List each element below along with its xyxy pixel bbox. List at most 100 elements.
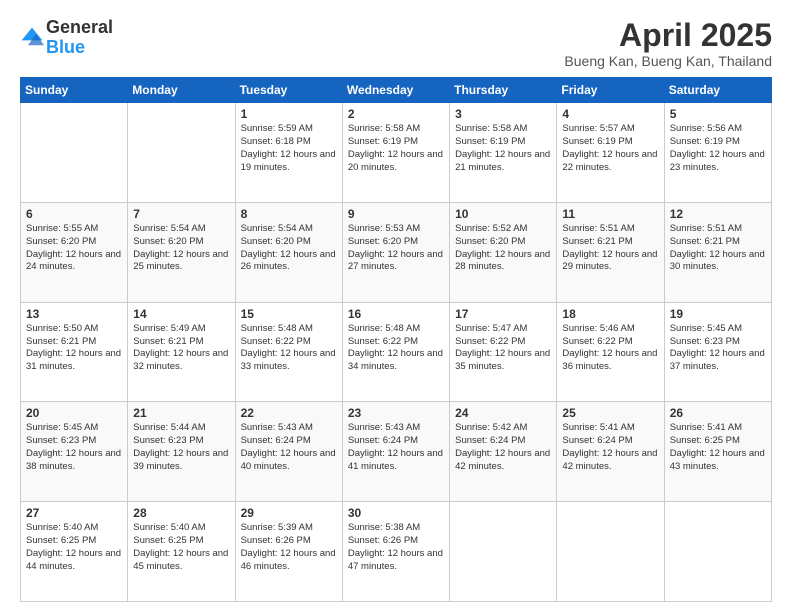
day-info: Sunrise: 5:52 AM Sunset: 6:20 PM Dayligh… bbox=[455, 223, 551, 274]
day-number: 26 bbox=[670, 406, 766, 420]
day-number: 2 bbox=[348, 107, 444, 121]
calendar-cell: 29 Sunrise: 5:39 AM Sunset: 6:26 PM Dayli… bbox=[235, 502, 342, 602]
calendar-cell: 16Sunrise: 5:48 AM Sunset: 6:22 PM Dayli… bbox=[342, 302, 449, 402]
calendar-week-row: 6 Sunrise: 5:55 AM Sunset: 6:20 PM Daylig… bbox=[21, 202, 772, 302]
calendar-cell bbox=[128, 103, 235, 203]
day-number: 1 bbox=[241, 107, 337, 121]
day-info: Sunrise: 5:49 AM Sunset: 6:21 PM Dayligh… bbox=[133, 323, 229, 374]
calendar-day-header: Tuesday bbox=[235, 78, 342, 103]
day-number: 29 bbox=[241, 506, 337, 520]
calendar-day-header: Thursday bbox=[450, 78, 557, 103]
logo-general: General bbox=[46, 18, 113, 38]
day-info: Sunrise: 5:58 AM Sunset: 6:19 PM Dayligh… bbox=[455, 123, 551, 174]
month-title: April 2025 bbox=[564, 18, 772, 53]
calendar-cell: 24Sunrise: 5:42 AM Sunset: 6:24 PM Dayli… bbox=[450, 402, 557, 502]
calendar-cell: 19 Sunrise: 5:45 AM Sunset: 6:23 PM Dayli… bbox=[664, 302, 771, 402]
calendar-day-header: Monday bbox=[128, 78, 235, 103]
day-number: 15 bbox=[241, 307, 337, 321]
day-info: Sunrise: 5:56 AM Sunset: 6:19 PM Dayligh… bbox=[670, 123, 766, 174]
day-info: Sunrise: 5:51 AM Sunset: 6:21 PM Dayligh… bbox=[562, 223, 658, 274]
location: Bueng Kan, Bueng Kan, Thailand bbox=[564, 53, 772, 69]
logo-blue: Blue bbox=[46, 38, 113, 58]
calendar-cell: 21 Sunrise: 5:44 AM Sunset: 6:23 PM Dayli… bbox=[128, 402, 235, 502]
logo: General Blue bbox=[20, 18, 113, 58]
day-info: Sunrise: 5:39 AM Sunset: 6:26 PM Dayligh… bbox=[241, 522, 337, 573]
day-info: Sunrise: 5:40 AM Sunset: 6:25 PM Dayligh… bbox=[26, 522, 122, 573]
calendar-cell: 10 Sunrise: 5:52 AM Sunset: 6:20 PM Dayli… bbox=[450, 202, 557, 302]
page: General Blue April 2025 Bueng Kan, Bueng… bbox=[0, 0, 792, 612]
day-info: Sunrise: 5:41 AM Sunset: 6:24 PM Dayligh… bbox=[562, 422, 658, 473]
calendar-day-header: Wednesday bbox=[342, 78, 449, 103]
calendar-day-header: Saturday bbox=[664, 78, 771, 103]
day-info: Sunrise: 5:43 AM Sunset: 6:24 PM Dayligh… bbox=[241, 422, 337, 473]
calendar-cell: 7 Sunrise: 5:54 AM Sunset: 6:20 PM Daylig… bbox=[128, 202, 235, 302]
calendar-cell: 20 Sunrise: 5:45 AM Sunset: 6:23 PM Dayli… bbox=[21, 402, 128, 502]
calendar-cell: 17Sunrise: 5:47 AM Sunset: 6:22 PM Dayli… bbox=[450, 302, 557, 402]
day-info: Sunrise: 5:45 AM Sunset: 6:23 PM Dayligh… bbox=[670, 323, 766, 374]
calendar-cell: 6 Sunrise: 5:55 AM Sunset: 6:20 PM Daylig… bbox=[21, 202, 128, 302]
day-number: 7 bbox=[133, 207, 229, 221]
day-number: 27 bbox=[26, 506, 122, 520]
calendar-cell: 11 Sunrise: 5:51 AM Sunset: 6:21 PM Dayli… bbox=[557, 202, 664, 302]
day-number: 21 bbox=[133, 406, 229, 420]
calendar-cell: 28Sunrise: 5:40 AM Sunset: 6:25 PM Dayli… bbox=[128, 502, 235, 602]
day-info: Sunrise: 5:57 AM Sunset: 6:19 PM Dayligh… bbox=[562, 123, 658, 174]
day-info: Sunrise: 5:41 AM Sunset: 6:25 PM Dayligh… bbox=[670, 422, 766, 473]
day-info: Sunrise: 5:48 AM Sunset: 6:22 PM Dayligh… bbox=[348, 323, 444, 374]
day-number: 17 bbox=[455, 307, 551, 321]
calendar-cell bbox=[21, 103, 128, 203]
calendar-cell: 27 Sunrise: 5:40 AM Sunset: 6:25 PM Dayli… bbox=[21, 502, 128, 602]
calendar-cell: 22Sunrise: 5:43 AM Sunset: 6:24 PM Dayli… bbox=[235, 402, 342, 502]
calendar-cell: 14 Sunrise: 5:49 AM Sunset: 6:21 PM Dayli… bbox=[128, 302, 235, 402]
day-info: Sunrise: 5:43 AM Sunset: 6:24 PM Dayligh… bbox=[348, 422, 444, 473]
day-info: Sunrise: 5:54 AM Sunset: 6:20 PM Dayligh… bbox=[241, 223, 337, 274]
day-info: Sunrise: 5:58 AM Sunset: 6:19 PM Dayligh… bbox=[348, 123, 444, 174]
logo-icon bbox=[20, 26, 44, 50]
day-number: 5 bbox=[670, 107, 766, 121]
calendar-cell: 26 Sunrise: 5:41 AM Sunset: 6:25 PM Dayli… bbox=[664, 402, 771, 502]
day-info: Sunrise: 5:38 AM Sunset: 6:26 PM Dayligh… bbox=[348, 522, 444, 573]
calendar-cell: 23 Sunrise: 5:43 AM Sunset: 6:24 PM Dayli… bbox=[342, 402, 449, 502]
day-number: 9 bbox=[348, 207, 444, 221]
day-number: 8 bbox=[241, 207, 337, 221]
day-number: 3 bbox=[455, 107, 551, 121]
day-info: Sunrise: 5:55 AM Sunset: 6:20 PM Dayligh… bbox=[26, 223, 122, 274]
day-number: 14 bbox=[133, 307, 229, 321]
logo-text: General Blue bbox=[46, 18, 113, 58]
calendar-cell: 12 Sunrise: 5:51 AM Sunset: 6:21 PM Dayli… bbox=[664, 202, 771, 302]
calendar-cell: 5 Sunrise: 5:56 AM Sunset: 6:19 PM Daylig… bbox=[664, 103, 771, 203]
calendar-cell: 25Sunrise: 5:41 AM Sunset: 6:24 PM Dayli… bbox=[557, 402, 664, 502]
day-info: Sunrise: 5:53 AM Sunset: 6:20 PM Dayligh… bbox=[348, 223, 444, 274]
calendar-week-row: 1Sunrise: 5:59 AM Sunset: 6:18 PM Daylig… bbox=[21, 103, 772, 203]
day-number: 30 bbox=[348, 506, 444, 520]
day-info: Sunrise: 5:44 AM Sunset: 6:23 PM Dayligh… bbox=[133, 422, 229, 473]
calendar-day-header: Friday bbox=[557, 78, 664, 103]
header: General Blue April 2025 Bueng Kan, Bueng… bbox=[20, 18, 772, 69]
day-number: 4 bbox=[562, 107, 658, 121]
calendar-cell: 18Sunrise: 5:46 AM Sunset: 6:22 PM Dayli… bbox=[557, 302, 664, 402]
day-number: 23 bbox=[348, 406, 444, 420]
calendar-cell: 9 Sunrise: 5:53 AM Sunset: 6:20 PM Daylig… bbox=[342, 202, 449, 302]
day-number: 19 bbox=[670, 307, 766, 321]
day-number: 20 bbox=[26, 406, 122, 420]
calendar-cell bbox=[664, 502, 771, 602]
calendar-cell: 8 Sunrise: 5:54 AM Sunset: 6:20 PM Daylig… bbox=[235, 202, 342, 302]
day-info: Sunrise: 5:50 AM Sunset: 6:21 PM Dayligh… bbox=[26, 323, 122, 374]
day-number: 11 bbox=[562, 207, 658, 221]
day-number: 18 bbox=[562, 307, 658, 321]
day-info: Sunrise: 5:42 AM Sunset: 6:24 PM Dayligh… bbox=[455, 422, 551, 473]
calendar-cell: 2 Sunrise: 5:58 AM Sunset: 6:19 PM Daylig… bbox=[342, 103, 449, 203]
calendar-cell: 1Sunrise: 5:59 AM Sunset: 6:18 PM Daylig… bbox=[235, 103, 342, 203]
calendar-cell: 15 Sunrise: 5:48 AM Sunset: 6:22 PM Dayli… bbox=[235, 302, 342, 402]
day-number: 6 bbox=[26, 207, 122, 221]
day-info: Sunrise: 5:54 AM Sunset: 6:20 PM Dayligh… bbox=[133, 223, 229, 274]
day-number: 10 bbox=[455, 207, 551, 221]
day-info: Sunrise: 5:45 AM Sunset: 6:23 PM Dayligh… bbox=[26, 422, 122, 473]
calendar-cell bbox=[557, 502, 664, 602]
day-info: Sunrise: 5:40 AM Sunset: 6:25 PM Dayligh… bbox=[133, 522, 229, 573]
day-info: Sunrise: 5:48 AM Sunset: 6:22 PM Dayligh… bbox=[241, 323, 337, 374]
calendar-cell bbox=[450, 502, 557, 602]
day-info: Sunrise: 5:51 AM Sunset: 6:21 PM Dayligh… bbox=[670, 223, 766, 274]
calendar-cell: 3 Sunrise: 5:58 AM Sunset: 6:19 PM Daylig… bbox=[450, 103, 557, 203]
day-number: 12 bbox=[670, 207, 766, 221]
